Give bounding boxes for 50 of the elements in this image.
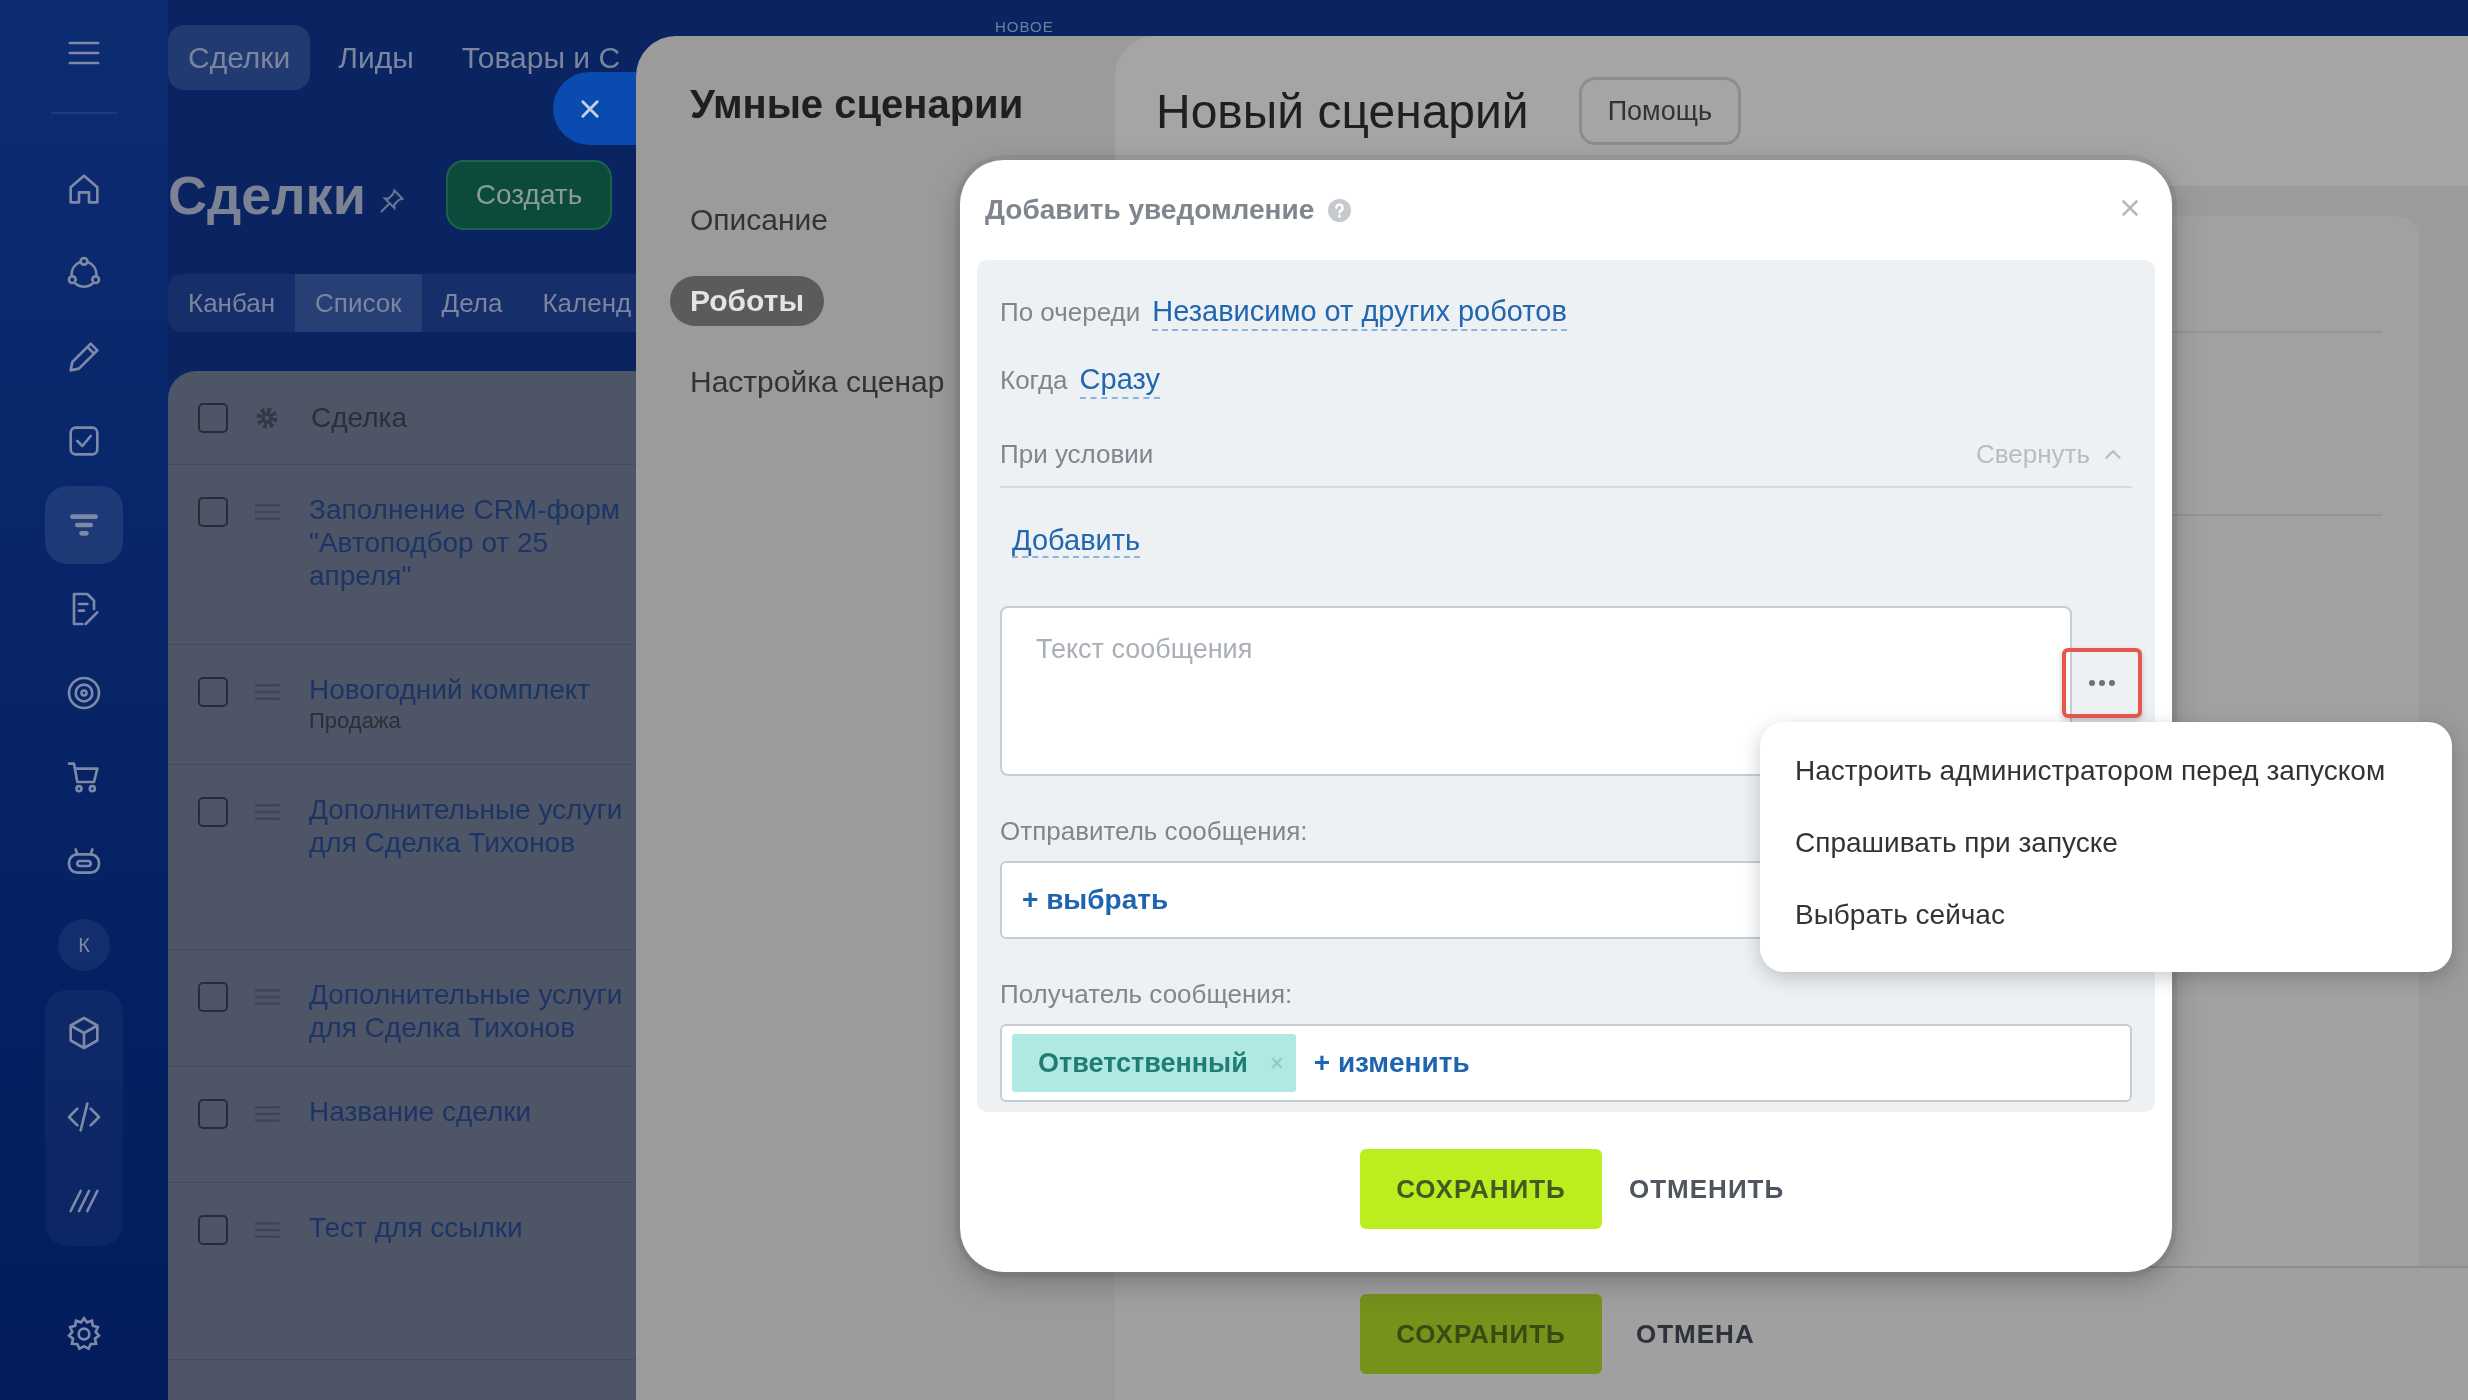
help-button[interactable]: Помощь [1578, 77, 1741, 145]
checkbox[interactable] [198, 1099, 228, 1129]
nav-tab[interactable]: Товары и С [441, 25, 636, 90]
menu-icon[interactable] [67, 40, 101, 66]
new-label: НОВОЕ [995, 18, 1054, 35]
close-button[interactable] [553, 72, 636, 145]
nav-tab[interactable]: Лиды [318, 25, 434, 90]
cancel-button[interactable]: ОТМЕНА [1636, 1318, 1755, 1350]
more-icon [2087, 679, 2117, 687]
checkbox[interactable] [198, 677, 228, 707]
funnel-icon[interactable] [45, 486, 123, 564]
view-tab[interactable]: Список [295, 274, 422, 332]
tag-label: Ответственный [1038, 1047, 1248, 1079]
cancel-button[interactable]: ОТМЕНИТЬ [1629, 1173, 1785, 1205]
chevron-icon [2104, 449, 2122, 460]
checkbox[interactable] [198, 1215, 228, 1245]
panel-title: Умные сценарии [690, 82, 1024, 127]
checkbox[interactable] [198, 982, 228, 1012]
select-link[interactable]: + выбрать [1022, 884, 1169, 916]
panel-nav-item[interactable]: Описание [670, 195, 849, 245]
create-button[interactable]: Создать [445, 159, 613, 230]
field-label: Когда [1000, 365, 1068, 396]
nav-tab[interactable]: Сделки [168, 25, 311, 90]
checkbox[interactable] [198, 402, 228, 433]
save-button[interactable]: СОХРАНИТЬ [1360, 1149, 1602, 1229]
scenario-title: Новый сценарий [1156, 83, 1529, 139]
page-title: Сделки [168, 163, 366, 226]
menu-item[interactable]: Выбрать сейчас [1795, 892, 2452, 964]
save-button[interactable]: СОХРАНИТЬ [1360, 1294, 1602, 1374]
more-button[interactable] [2062, 648, 2142, 718]
queue-link[interactable]: Независимо от других роботов [1152, 293, 1567, 331]
add-condition-link[interactable]: Добавить [1012, 524, 1141, 558]
field-label: По очереди [1000, 297, 1141, 328]
field-label: Отправитель сообщения: [1000, 816, 1308, 847]
change-link[interactable]: + изменить [1313, 1047, 1470, 1079]
dialog-title: Добавить уведомление [985, 194, 1315, 226]
field-label: Получатель сообщения: [1000, 979, 1293, 1010]
menu-item[interactable]: Спрашивать при запуске [1795, 820, 2452, 892]
checkbox[interactable] [198, 497, 228, 527]
view-tab[interactable]: Дела [421, 274, 523, 332]
field-label: При условии [1000, 439, 1154, 470]
view-tab[interactable]: Канбан [168, 274, 296, 332]
pin-icon[interactable] [377, 186, 406, 215]
close-icon[interactable] [2119, 197, 2141, 219]
recipient-tag[interactable]: Ответственный [1012, 1034, 1296, 1092]
when-link[interactable]: Сразу [1079, 361, 1160, 399]
panel-nav-item[interactable]: Роботы [670, 276, 824, 326]
avatar[interactable]: К [58, 919, 110, 971]
checkbox[interactable] [198, 797, 228, 827]
view-tab[interactable]: Календ [522, 274, 636, 332]
